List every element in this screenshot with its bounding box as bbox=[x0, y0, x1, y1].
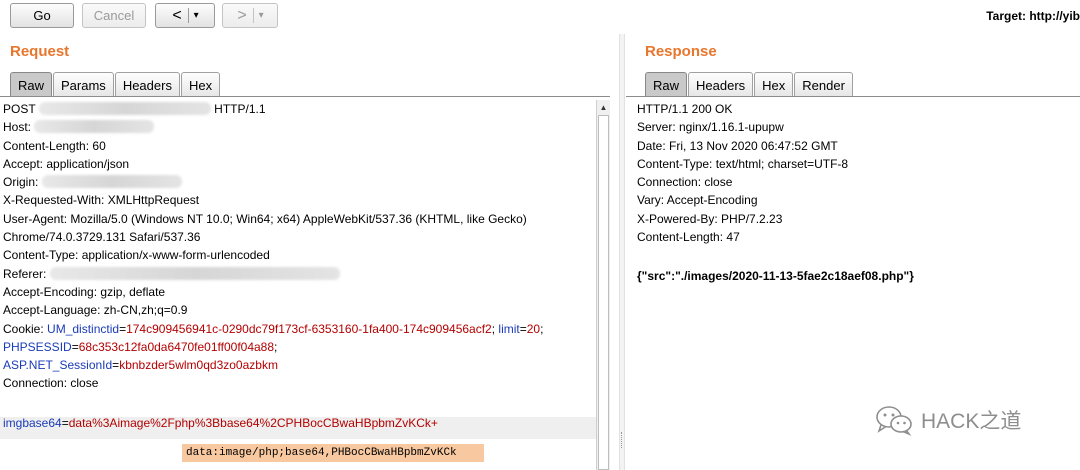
tab-raw[interactable]: Raw bbox=[10, 72, 53, 97]
param-value: data%3Aimage%2Fphp%3Bbase64%2CPHBocCBwaH… bbox=[68, 416, 438, 431]
param-value: kbnbzder5wlm0qd3zo0azbkm bbox=[119, 358, 278, 373]
param-name: PHPSESSID bbox=[3, 339, 72, 354]
header-line: Connection: close bbox=[637, 175, 733, 190]
back-button[interactable]: < ▾ bbox=[155, 3, 215, 28]
header-line: Referer: bbox=[3, 265, 593, 283]
redacted-origin bbox=[41, 175, 182, 189]
response-tabs: Raw Headers Hex Render bbox=[645, 72, 854, 97]
referer-header: Referer: bbox=[3, 266, 47, 281]
response-title: Response bbox=[645, 43, 717, 60]
forward-button[interactable]: > ▾ bbox=[222, 3, 278, 28]
param-value: 20 bbox=[526, 321, 541, 336]
tab-render[interactable]: Render bbox=[794, 72, 853, 97]
toolbar: Go Cancel < ▾ > ▾ Target: http://yib bbox=[0, 0, 1080, 34]
header-line: Date: Fri, 13 Nov 2020 06:47:52 GMT bbox=[637, 138, 838, 153]
redacted-referer bbox=[49, 266, 340, 280]
splitter-grip[interactable] bbox=[621, 432, 623, 448]
decoded-value-tooltip: data:image/php;base64,PHBocCBwaHBpbmZvKC… bbox=[182, 444, 484, 462]
response-body: {"src":"./images/2020-11-13-5fae2c18aef0… bbox=[637, 268, 914, 283]
tab-hex[interactable]: Hex bbox=[754, 72, 794, 97]
scroll-thumb[interactable] bbox=[598, 115, 609, 470]
tab-headers[interactable]: Headers bbox=[114, 72, 180, 97]
tab-raw[interactable]: Raw bbox=[645, 72, 688, 97]
cancel-button[interactable]: Cancel bbox=[82, 3, 146, 28]
watermark-text: HACK之道 bbox=[921, 410, 1022, 433]
param-name: limit bbox=[498, 321, 520, 336]
http-version: HTTP/1.1 bbox=[214, 102, 266, 116]
header-line: Content-Length: 60 bbox=[3, 138, 106, 153]
header-line: Origin: bbox=[3, 173, 593, 191]
header-line: Chrome/74.0.3729.131 Safari/537.36 bbox=[3, 230, 201, 245]
header-line: Content-Length: 47 bbox=[637, 230, 740, 245]
status-line: HTTP/1.1 200 OK bbox=[637, 102, 733, 116]
param-name: imgbase64 bbox=[3, 416, 62, 431]
chevron-down-icon[interactable]: ▾ bbox=[189, 10, 204, 21]
header-line: User-Agent: Mozilla/5.0 (Windows NT 10.0… bbox=[3, 211, 527, 226]
tab-divider bbox=[0, 96, 610, 97]
forward-arrow-icon: > bbox=[237, 6, 247, 24]
header-line: Server: nginx/1.16.1-upupw bbox=[637, 120, 784, 135]
go-button[interactable]: Go bbox=[10, 3, 74, 28]
chevron-down-icon[interactable]: ▾ bbox=[254, 10, 269, 21]
pane-splitter[interactable] bbox=[619, 34, 625, 470]
header-line: Accept-Encoding: gzip, deflate bbox=[3, 284, 166, 299]
tab-headers[interactable]: Headers bbox=[688, 72, 754, 97]
cookie-line: ASP.NET_SessionId=kbnbzder5wlm0qd3zo0azb… bbox=[3, 358, 278, 373]
param-name: UM_distinctid bbox=[47, 321, 120, 336]
watermark: HACK之道 bbox=[875, 404, 1021, 436]
cookie-label: Cookie: bbox=[3, 321, 44, 336]
header-line: X-Requested-With: XMLHttpRequest bbox=[3, 193, 200, 208]
back-arrow-icon: < bbox=[172, 6, 182, 24]
cookie-line: PHPSESSID=68c353c12fa0da6470fe01ff00f04a… bbox=[3, 339, 278, 354]
cookie-line: Cookie: UM_distinctid=174c909456941c-029… bbox=[3, 321, 544, 336]
tab-params[interactable]: Params bbox=[53, 72, 114, 97]
header-line: Accept-Language: zh-CN,zh;q=0.9 bbox=[3, 303, 188, 318]
header-line: Content-Type: text/html; charset=UTF-8 bbox=[637, 156, 849, 171]
body-line: imgbase64=data%3Aimage%2Fphp%3Bbase64%2C… bbox=[3, 416, 438, 431]
request-tabs: Raw Params Headers Hex bbox=[10, 72, 221, 97]
header-line: X-Powered-By: PHP/7.2.23 bbox=[637, 211, 783, 226]
header-line: Content-Type: application/x-www-form-url… bbox=[3, 248, 270, 263]
header-line: Vary: Accept-Encoding bbox=[637, 193, 758, 208]
header-line: Connection: close bbox=[3, 376, 99, 391]
header-line: Accept: application/json bbox=[3, 156, 130, 171]
request-scrollbar[interactable]: ▲ bbox=[596, 100, 610, 470]
param-value: 174c909456941c-0290dc79f173cf-6353160-1f… bbox=[126, 321, 492, 336]
param-name: ASP.NET_SessionId bbox=[3, 358, 113, 373]
response-editor[interactable]: HTTP/1.1 200 OK Server: nginx/1.16.1-upu… bbox=[637, 100, 1077, 285]
http-method: POST bbox=[3, 102, 36, 116]
header-line: Host: bbox=[3, 118, 593, 136]
redacted-host bbox=[34, 120, 155, 134]
param-value: 68c353c12fa0da6470fe01ff00f04a88 bbox=[78, 339, 275, 354]
request-title: Request bbox=[10, 43, 70, 60]
tab-hex[interactable]: Hex bbox=[180, 72, 221, 97]
tab-divider bbox=[626, 96, 1080, 97]
redacted-url bbox=[38, 102, 211, 115]
request-line: POST HTTP/1.1 bbox=[3, 100, 593, 118]
host-header: Host: bbox=[3, 120, 32, 135]
target-label: Target: http://yib bbox=[986, 9, 1080, 23]
origin-header: Origin: bbox=[3, 175, 39, 190]
request-editor[interactable]: POST HTTP/1.1 Host: Content-Length: 60 A… bbox=[3, 100, 593, 432]
scroll-up-icon[interactable]: ▲ bbox=[597, 100, 610, 114]
wechat-icon bbox=[876, 406, 912, 436]
